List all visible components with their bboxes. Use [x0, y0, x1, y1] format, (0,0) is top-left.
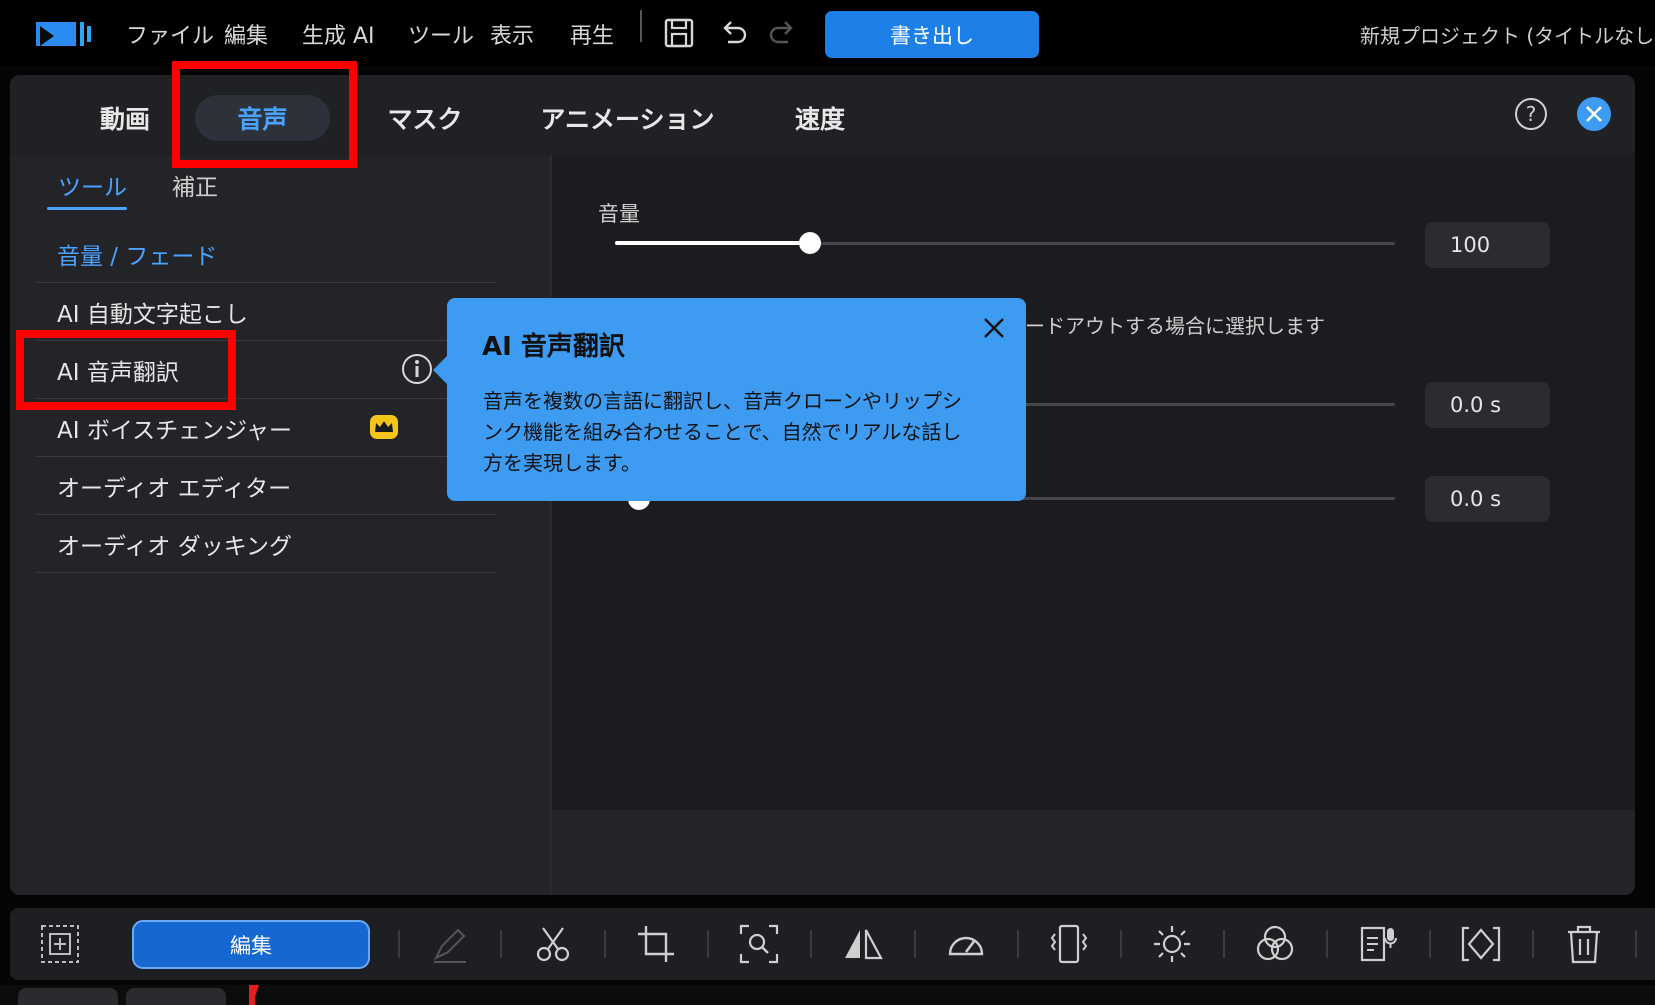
redo-icon[interactable]: [766, 16, 800, 50]
volume-slider-fill: [615, 241, 810, 245]
tooltip-title: AI 音声翻訳: [482, 332, 625, 362]
tab-mask[interactable]: マスク: [375, 95, 475, 141]
volume-slider-thumb[interactable]: [799, 232, 821, 254]
toolbar-divider: [707, 930, 709, 958]
scissors-icon[interactable]: [531, 922, 575, 966]
crop-icon[interactable]: [634, 922, 678, 966]
premium-crown-icon: [370, 415, 398, 439]
toolbar-divider: [810, 930, 812, 958]
toolbar-divider: [1326, 930, 1328, 958]
timeline-tab[interactable]: [18, 988, 118, 1005]
subtab-correction[interactable]: 補正: [172, 168, 218, 202]
tab-animation[interactable]: アニメーション: [535, 95, 720, 141]
tooltip-body-line: 音声を複数の言語に翻訳し、音声クローンやリップシ: [483, 389, 962, 413]
keyframe-icon[interactable]: [1459, 922, 1503, 966]
close-panel-icon[interactable]: [1576, 96, 1612, 132]
highlight-box-ai-translation: [16, 330, 236, 410]
tooltip-body: 音声を複数の言語に翻訳し、音声クローンやリップシ ンク機能を組み合わせることで、…: [483, 386, 983, 479]
toolbar-divider: [1223, 930, 1225, 958]
tooltip-body-line: ンク機能を組み合わせることで、自然でリアルな話し: [483, 420, 962, 444]
toolbar-divider: [1532, 930, 1534, 958]
menu-generative-ai[interactable]: 生成 AI: [302, 18, 375, 50]
tooltip-body-line: 方を実現します。: [483, 451, 641, 475]
menu-bar: ファイル 編集 生成 AI ツール 表示 再生 書き出し 新規プロジェクト (タ…: [0, 0, 1655, 66]
toolbar-divider: [604, 930, 606, 958]
toolbar-divider: [1120, 930, 1122, 958]
color-icon[interactable]: [1253, 922, 1297, 966]
menu-divider: [640, 10, 642, 42]
app-window: ファイル 編集 生成 AI ツール 表示 再生 書き出し 新規プロジェクト (タ…: [0, 0, 1655, 1005]
tool-item-audio-editor[interactable]: オーディオ エディター: [37, 458, 497, 515]
toolbar-divider: [1429, 930, 1431, 958]
project-title-text: 新規プロジェクト (タイトルなし)*: [1360, 24, 1655, 48]
project-title: 新規プロジェクト (タイトルなし)* 画: [1360, 20, 1655, 49]
trash-icon[interactable]: [1562, 922, 1606, 966]
menu-tools[interactable]: ツール: [408, 18, 474, 50]
settings-footer: [552, 810, 1635, 895]
edit-button[interactable]: 編集: [132, 920, 370, 969]
menu-view[interactable]: 表示: [490, 18, 534, 50]
subtab-tools[interactable]: ツール: [58, 168, 127, 202]
toolbar-divider: [500, 930, 502, 958]
svg-text:?: ?: [1526, 102, 1537, 126]
tool-item-audio-ducking[interactable]: オーディオ ダッキング: [37, 516, 497, 573]
undo-icon[interactable]: [716, 16, 750, 50]
volume-value-field[interactable]: 100: [1425, 222, 1550, 268]
export-button[interactable]: 書き出し: [825, 11, 1039, 58]
menu-edit[interactable]: 編集: [224, 18, 268, 50]
toolbar-divider: [1017, 930, 1019, 958]
ai-translation-tooltip: AI 音声翻訳 音声を複数の言語に翻訳し、音声クローンやリップシ ンク機能を組み…: [447, 298, 1026, 501]
voiceover-icon[interactable]: [1356, 922, 1400, 966]
tab-video[interactable]: 動画: [70, 95, 180, 141]
flip-icon[interactable]: [841, 922, 885, 966]
highlight-box-audio-tab: [172, 61, 357, 168]
speed-icon[interactable]: [944, 922, 988, 966]
fade-in-value-field[interactable]: 0.0 s: [1425, 382, 1550, 428]
subtab-underline: [47, 207, 127, 210]
toolbar-divider: [398, 930, 400, 958]
pen-icon: [433, 928, 466, 963]
tool-item-volume-fade[interactable]: 音量 / フェード: [37, 226, 497, 283]
toolbar-divider: [1635, 930, 1637, 958]
tab-speed[interactable]: 速度: [775, 95, 865, 141]
fade-out-value-field[interactable]: 0.0 s: [1425, 476, 1550, 522]
timeline-strip: [0, 985, 1655, 1005]
toolbar-divider: [914, 930, 916, 958]
fit-icon[interactable]: [38, 922, 82, 966]
save-icon[interactable]: [662, 16, 696, 50]
stabilize-icon[interactable]: [1047, 922, 1091, 966]
tooltip-close-icon[interactable]: [980, 314, 1008, 342]
fade-description: ードアウトする場合に選択します: [1025, 314, 1325, 338]
menu-file[interactable]: ファイル: [126, 18, 214, 50]
help-icon[interactable]: ?: [1513, 96, 1549, 132]
timeline-tab[interactable]: [126, 988, 226, 1005]
app-logo-icon: [36, 22, 91, 46]
menu-playback[interactable]: 再生: [570, 18, 614, 50]
info-icon[interactable]: [400, 352, 434, 386]
volume-label: 音量: [598, 202, 640, 226]
zoom-icon[interactable]: [737, 922, 781, 966]
brightness-icon[interactable]: [1150, 922, 1194, 966]
